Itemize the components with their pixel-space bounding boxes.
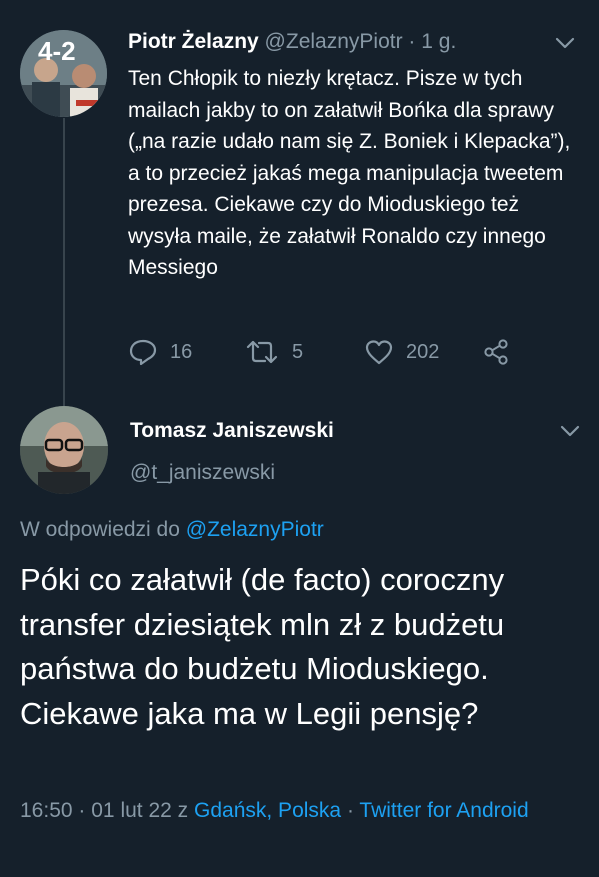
source-link[interactable]: Twitter for Android [359,799,528,822]
author-handle[interactable]: @ZelaznyPiotr [265,30,403,53]
separator-dot: · [346,799,354,822]
retweet-button[interactable]: 5 [244,338,303,366]
from-word: z [177,799,189,822]
tweet-date[interactable]: 01 lut 22 [91,799,172,822]
timestamp[interactable]: 1 g. [421,30,456,53]
chevron-down-icon[interactable] [560,424,580,438]
reply-prefix: W odpowiedzi do [20,518,180,541]
tweet1-actions: 16 5 202 [128,338,528,370]
like-button[interactable]: 202 [364,338,439,366]
avatar-tomasz[interactable] [20,406,108,494]
thread-line [63,118,65,406]
tweet1-text: Ten Chłopik to niezły krętacz. Pisze w t… [128,67,571,279]
avatar-overlay-text: 4-2 [38,36,76,66]
reply-context: W odpowiedzi do @ZelaznyPiotr [20,518,324,542]
chevron-down-icon[interactable] [555,36,575,50]
tweet-meta: 16:50 · 01 lut 22 z Gdańsk, Polska · Twi… [20,795,580,827]
avatar-image [20,406,108,494]
author-name[interactable]: Piotr Żelazny [128,30,259,53]
tweet2-text: Póki co załatwił (de facto) coroczny tra… [20,562,505,731]
retweet-icon [246,340,278,364]
share-icon [484,339,508,365]
avatar-piotr[interactable]: 4-2 [20,30,107,117]
like-count: 202 [406,340,440,363]
reply-button[interactable]: 16 [128,338,192,366]
reply-to-handle-link[interactable]: @ZelaznyPiotr [186,518,324,541]
tweet-time[interactable]: 16:50 [20,799,73,822]
location-link[interactable]: Gdańsk, Polska [194,799,341,822]
tweet1-header: Piotr Żelazny @ZelaznyPiotr · 1 g. [128,30,456,58]
reply-count: 16 [170,340,193,363]
like-icon [365,340,393,365]
reply-icon [129,339,157,366]
author-name[interactable]: Tomasz Janiszewski [130,419,334,443]
share-button[interactable] [482,338,522,366]
separator-dot: · [78,799,86,822]
separator-dot: · [408,30,416,53]
author-handle[interactable]: @t_janiszewski [130,461,275,485]
retweet-count: 5 [292,340,304,363]
